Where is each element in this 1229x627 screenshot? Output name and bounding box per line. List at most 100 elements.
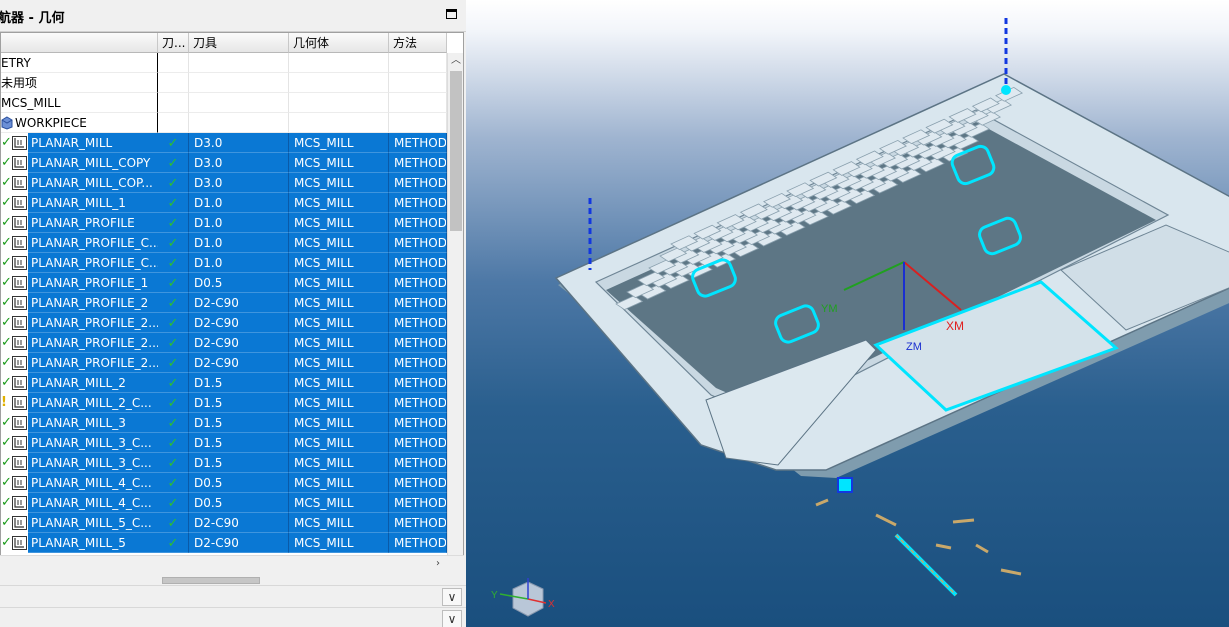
operation-name: PLANAR_MILL_2_C... (28, 393, 158, 413)
scroll-right-icon[interactable]: › (430, 556, 446, 572)
cutter-cell: D2-C90 (189, 353, 289, 373)
operation-row[interactable]: ✓ PLANAR_MILL_5_C... ✓ D2-C90 MCS_MILL METHOD (1, 513, 447, 533)
complete-status-icon: ✓ (1, 355, 12, 370)
row-name: WORKPIECE (15, 116, 87, 130)
operation-row[interactable]: ✓ PLANAR_MILL_4_C... ✓ D0.5 MCS_MILL METHOD (1, 493, 447, 513)
tree-row-workpiece[interactable]: WORKPIECE (1, 113, 447, 133)
operation-row[interactable]: ✓ PLANAR_MILL_4_C... ✓ D0.5 MCS_MILL METHOD (1, 473, 447, 493)
graphics-viewport[interactable]: XM YM ZM X Y (466, 0, 1229, 627)
geometry-cell: MCS_MILL (289, 353, 389, 373)
operation-row[interactable]: ✓ PLANAR_PROFILE_2 ✓ D2-C90 MCS_MILL METHOD (1, 293, 447, 313)
warning-status-icon: ! (1, 395, 7, 410)
geometry-cell: MCS_MILL (289, 373, 389, 393)
vertical-scrollbar[interactable]: ︿ ﹀ (447, 53, 463, 571)
planar-mill-operation-icon (12, 456, 27, 470)
cutter-cell: D0.5 (189, 473, 289, 493)
operation-row[interactable]: ✓ PLANAR_MILL_3_C... ✓ D1.5 MCS_MILL METHOD (1, 453, 447, 473)
operation-row[interactable]: ✓ PLANAR_MILL_3 ✓ D1.5 MCS_MILL METHOD (1, 413, 447, 433)
operation-row[interactable]: ✓ PLANAR_MILL_1 ✓ D1.0 MCS_MILL METHOD (1, 193, 447, 213)
operation-name: PLANAR_MILL (28, 133, 158, 153)
operation-row[interactable]: ✓ PLANAR_PROFILE_1 ✓ D0.5 MCS_MILL METHOD (1, 273, 447, 293)
column-header-geometry[interactable]: 几何体 (289, 33, 389, 53)
column-header-method[interactable]: 方法 (389, 33, 447, 53)
tree-row-mcs-mill[interactable]: MCS_MILL (1, 93, 447, 113)
planar-mill-operation-icon (12, 236, 27, 250)
geometry-cell: MCS_MILL (289, 233, 389, 253)
check-icon: ✓ (167, 276, 179, 291)
operation-row[interactable]: ✓ PLANAR_MILL ✓ D3.0 MCS_MILL METHOD (1, 133, 447, 153)
cutter-cell: D1.5 (189, 453, 289, 473)
planar-mill-operation-icon (12, 376, 27, 390)
check-icon: ✓ (167, 356, 179, 371)
cutter-cell: D3.0 (189, 133, 289, 153)
planar-mill-operation-icon (12, 276, 27, 290)
check-icon: ✓ (167, 516, 179, 531)
part-model-view[interactable]: XM YM ZM X Y (466, 0, 1229, 627)
expand-panel-icon[interactable]: ∨ (442, 588, 462, 606)
geometry-cell: MCS_MILL (289, 313, 389, 333)
complete-status-icon: ✓ (1, 535, 12, 550)
operation-name: PLANAR_MILL_5_C... (28, 513, 158, 533)
method-cell: METHOD (389, 213, 447, 233)
operation-row[interactable]: ✓ PLANAR_PROFILE_2... ✓ D2-C90 MCS_MILL METHO… (1, 353, 447, 373)
operation-name-cell: ✓ PLANAR_PROFILE_2... (1, 353, 158, 373)
tool-point (1001, 85, 1011, 95)
method-cell: METHOD (389, 493, 447, 513)
operation-name-cell: ✓ PLANAR_MILL_4_C... (1, 473, 158, 493)
cutter-cell: D3.0 (189, 173, 289, 193)
cutter-cell: D0.5 (189, 493, 289, 513)
vertical-scroll-thumb[interactable] (450, 71, 462, 231)
toolpath-marker (837, 477, 853, 493)
operation-row[interactable]: ✓ PLANAR_PROFILE_C... ✓ D1.0 MCS_MILL METHOD (1, 253, 447, 273)
planar-mill-operation-icon (12, 396, 27, 410)
operation-row[interactable]: ✓ PLANAR_MILL_3_C... ✓ D1.5 MCS_MILL METHOD (1, 433, 447, 453)
scroll-up-icon[interactable]: ︿ (448, 53, 463, 69)
details-panel[interactable]: ∨ (0, 607, 466, 627)
method-cell: METHOD (389, 533, 447, 553)
row-name: ETRY (1, 53, 158, 73)
view-triad[interactable]: X Y (491, 578, 555, 617)
operation-name: PLANAR_PROFILE_2... (28, 313, 158, 333)
check-icon: ✓ (167, 176, 179, 191)
operation-row[interactable]: ✓ PLANAR_PROFILE_C... ✓ D1.0 MCS_MILL METHOD (1, 233, 447, 253)
column-header-name[interactable] (1, 33, 158, 53)
cutter-cell: D1.0 (189, 213, 289, 233)
complete-status-icon: ✓ (1, 455, 12, 470)
operation-row[interactable]: ✓ PLANAR_MILL_5 ✓ D2-C90 MCS_MILL METHOD (1, 533, 447, 553)
horizontal-scrollbar[interactable]: › (0, 555, 464, 584)
method-cell: METHOD (389, 393, 447, 413)
complete-status-icon: ✓ (1, 435, 12, 450)
operation-name-cell: ✓ PLANAR_PROFILE (1, 213, 158, 233)
operation-name-cell: ✓ PLANAR_MILL_2 (1, 373, 158, 393)
expand-panel-icon[interactable]: ∨ (442, 610, 462, 627)
planar-mill-operation-icon (12, 356, 27, 370)
operation-row[interactable]: ✓ PLANAR_MILL_COP... ✓ D3.0 MCS_MILL METHOD (1, 173, 447, 193)
geometry-cell: MCS_MILL (289, 193, 389, 213)
dependencies-panel[interactable]: ∨ (0, 585, 466, 606)
operation-row[interactable]: ✓ PLANAR_MILL_2 ✓ D1.5 MCS_MILL METHOD (1, 373, 447, 393)
tree-row-geometry[interactable]: ETRY (1, 53, 447, 73)
horizontal-scroll-thumb[interactable] (162, 577, 260, 584)
complete-status-icon: ✓ (1, 215, 12, 230)
operation-name: PLANAR_MILL_4_C... (28, 493, 158, 513)
cutter-cell: D2-C90 (189, 533, 289, 553)
operation-row[interactable]: ✓ PLANAR_PROFILE_2... ✓ D2-C90 MCS_MILL METHO… (1, 313, 447, 333)
operation-row[interactable]: ! PLANAR_MILL_2_C... ✓ D1.5 MCS_MILL METHOD (1, 393, 447, 413)
column-header-cutter[interactable]: 刀具 (189, 33, 289, 53)
check-icon: ✓ (167, 216, 179, 231)
operation-row[interactable]: ✓ PLANAR_MILL_COPY ✓ D3.0 MCS_MILL METHOD (1, 153, 447, 173)
column-header-toolchange[interactable]: 刀... (158, 33, 189, 53)
geometry-cell: MCS_MILL (289, 413, 389, 433)
method-cell: METHOD (389, 233, 447, 253)
navigator-header: 航器 - 几何 (0, 0, 466, 32)
operation-row[interactable]: ✓ PLANAR_PROFILE_2... ✓ D2-C90 MCS_MILL METHO… (1, 333, 447, 353)
tree-row-unused[interactable]: 未用项 (1, 73, 447, 93)
cutter-cell: D1.0 (189, 253, 289, 273)
operation-row[interactable]: ✓ PLANAR_PROFILE ✓ D1.0 MCS_MILL METHOD (1, 213, 447, 233)
complete-status-icon: ✓ (1, 255, 12, 270)
operation-name: PLANAR_PROFILE_2 (28, 293, 158, 313)
operation-name-cell: ✓ PLANAR_PROFILE_1 (1, 273, 158, 293)
check-icon: ✓ (167, 256, 179, 271)
operation-name-cell: ✓ PLANAR_MILL_3_C... (1, 433, 158, 453)
maximize-button[interactable] (446, 9, 457, 19)
